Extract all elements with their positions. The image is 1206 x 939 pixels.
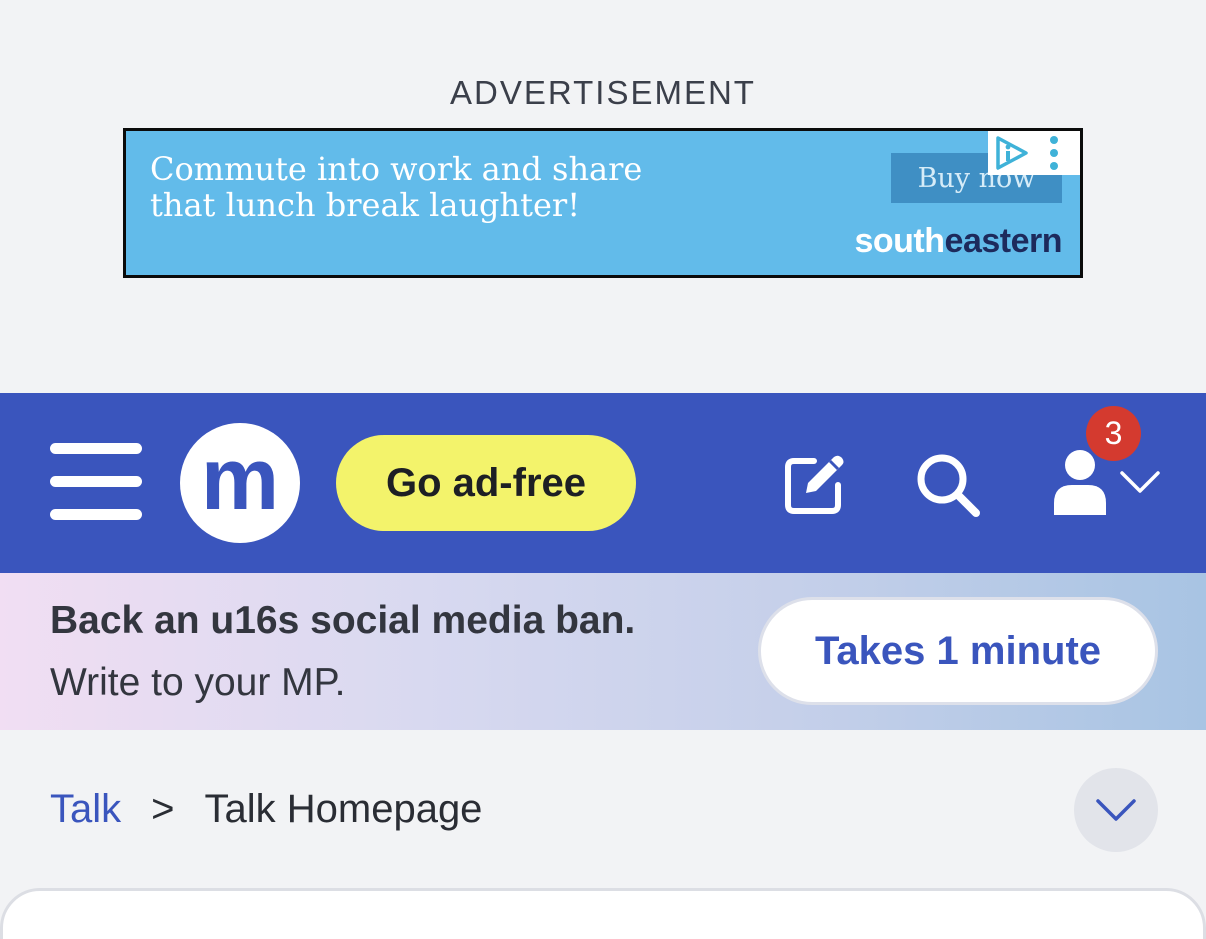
site-logo[interactable]: m: [180, 423, 300, 543]
campaign-title: Back an u16s social media ban.: [50, 599, 636, 642]
expand-button[interactable]: [1074, 768, 1158, 852]
go-ad-free-button[interactable]: Go ad-free: [336, 435, 636, 531]
ad-options-icon[interactable]: [1046, 135, 1062, 171]
breadcrumb: Talk > Talk Homepage: [50, 787, 482, 832]
breadcrumb-current: Talk Homepage: [204, 787, 483, 831]
search-icon[interactable]: [914, 451, 982, 519]
chevron-down-icon[interactable]: [1118, 469, 1162, 495]
ad-label: ADVERTISEMENT: [450, 74, 756, 111]
content-card: [0, 888, 1206, 939]
ad-choices-icon[interactable]: [990, 133, 1034, 173]
ad-choices[interactable]: [988, 131, 1080, 175]
ad-brand-part-2: eastern: [944, 222, 1063, 260]
notification-badge[interactable]: 3: [1086, 406, 1141, 461]
ad-line-1: Commute into work and share: [150, 150, 643, 188]
ad-copy: Commute into work and share that lunch b…: [150, 151, 710, 223]
campaign-subtitle: Write to your MP.: [50, 661, 346, 704]
menu-icon[interactable]: [50, 443, 142, 521]
site-header: m Go ad-free: [0, 393, 1206, 573]
compose-icon[interactable]: [784, 451, 848, 515]
breadcrumb-separator: >: [151, 787, 175, 831]
chevron-down-icon: [1096, 799, 1136, 821]
takes-1-minute-button[interactable]: Takes 1 minute: [758, 597, 1158, 705]
ad-brand-part-1: south: [854, 222, 945, 260]
campaign-banner: Back an u16s social media ban. Write to …: [0, 573, 1206, 730]
ad-line-2: that lunch break laughter!: [150, 186, 581, 224]
ad-brand-logo: southeastern: [854, 222, 1062, 261]
breadcrumb-talk-link[interactable]: Talk: [50, 787, 121, 832]
advertisement-banner[interactable]: Commute into work and share that lunch b…: [123, 128, 1083, 278]
user-icon[interactable]: [1050, 449, 1110, 515]
